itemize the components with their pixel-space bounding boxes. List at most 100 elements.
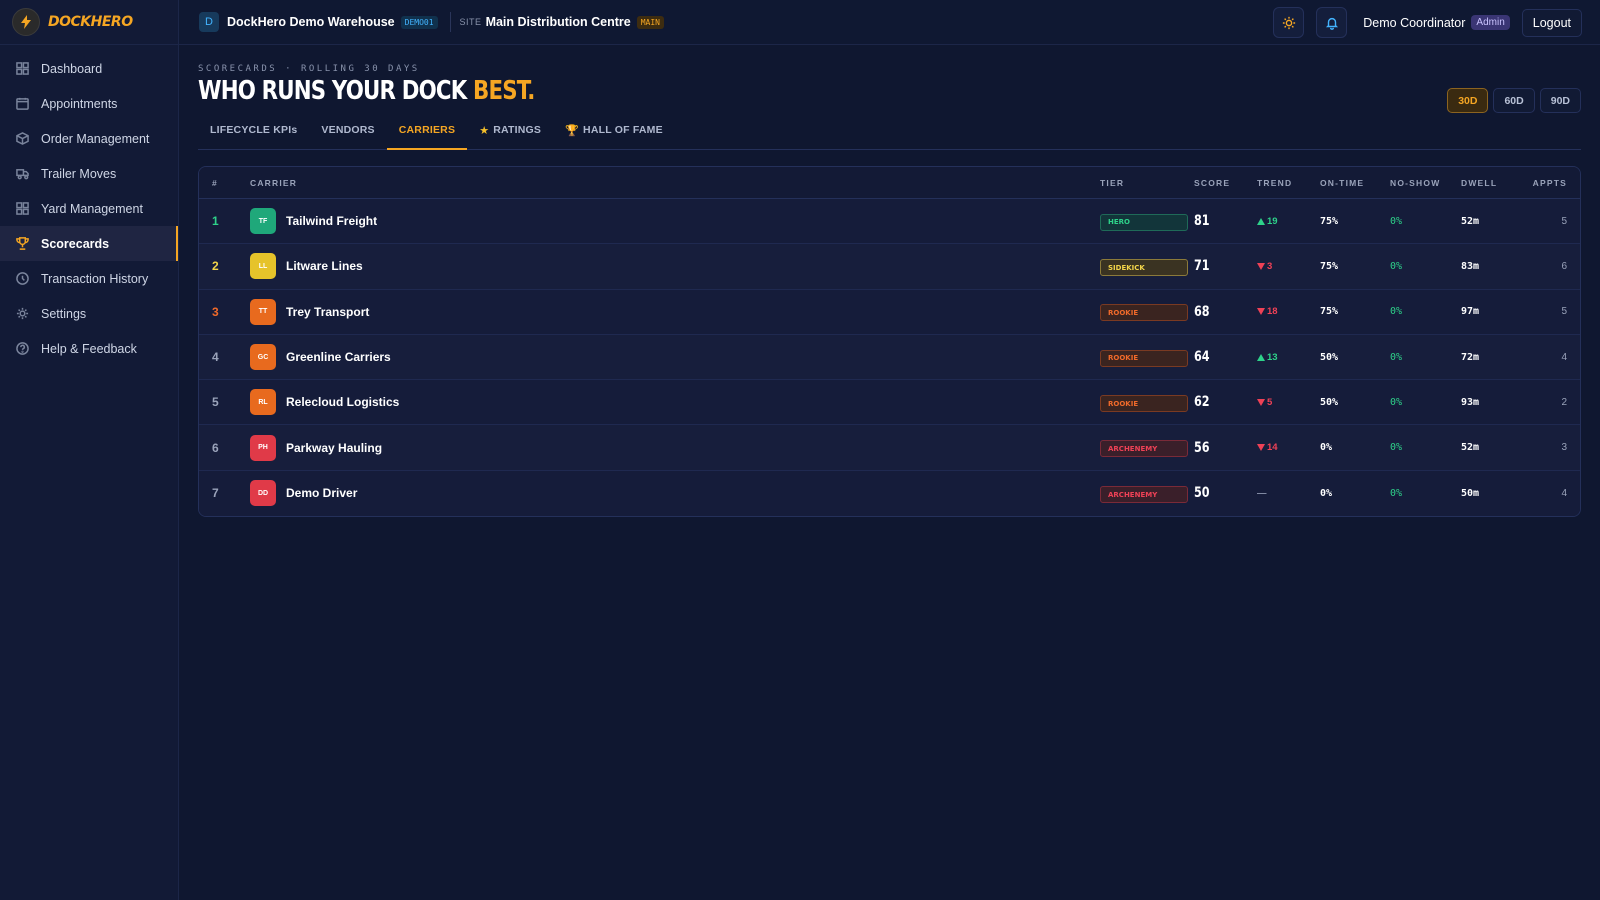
tab-vendors[interactable]: VENDORS <box>309 124 386 150</box>
carrier-name[interactable]: Demo Driver <box>286 486 357 500</box>
site-label: SITE <box>459 17 482 27</box>
user-name[interactable]: Demo Coordinator <box>1363 16 1465 30</box>
tab-lifecycle-kpis[interactable]: LIFECYCLE KPIs <box>198 124 309 150</box>
trophy-icon <box>16 237 29 250</box>
tab-hall-of-fame[interactable]: 🏆 HALL OF FAME <box>553 124 675 150</box>
tier-badge: ROOKIE <box>1100 349 1188 367</box>
workspace-name[interactable]: DockHero Demo Warehouse <box>227 15 395 29</box>
trend: 18 <box>1257 306 1320 317</box>
carrier-name[interactable]: Greenline Carriers <box>286 350 391 364</box>
carrier-avatar: LL <box>250 253 276 280</box>
theme-toggle-button[interactable] <box>1273 7 1305 38</box>
sidebar-item-dashboard[interactable]: Dashboard <box>0 51 178 86</box>
range-90d-button[interactable]: 90D <box>1539 88 1581 113</box>
trend: 13 <box>1257 352 1320 363</box>
score-cell: 56 <box>1194 439 1257 457</box>
page-title: WHO RUNS YOUR DOCK BEST. <box>198 76 1332 106</box>
rank: 4 <box>212 350 219 365</box>
logout-button[interactable]: Logout <box>1521 8 1582 37</box>
range-60d-button[interactable]: 60D <box>1493 88 1535 113</box>
sidebar-item-yard-management[interactable]: Yard Management <box>0 191 178 226</box>
sidebar-item-transaction-history[interactable]: Transaction History <box>0 261 178 296</box>
site-code-badge: MAIN <box>636 15 664 29</box>
sidebar-item-order-management[interactable]: Order Management <box>0 121 178 156</box>
carrier-name[interactable]: Relecloud Logistics <box>286 395 399 409</box>
tier-badge: ROOKIE <box>1100 304 1188 322</box>
carrier-cell: LL Litware Lines <box>250 253 1100 280</box>
table-row[interactable]: 3 TT Trey Transport ROOKIE 68 18 75% 0% 97m 5 <box>199 289 1580 335</box>
tier-badge: SIDEKICK <box>1100 259 1188 277</box>
sidebar: DOCKHERO Dashboard Appointments Order Mana… <box>0 0 179 900</box>
dwell: 83m <box>1461 260 1480 272</box>
carrier-cell: TF Tailwind Freight <box>250 208 1100 235</box>
carrier-name[interactable]: Litware Lines <box>286 259 363 273</box>
sidebar-item-appointments[interactable]: Appointments <box>0 86 178 121</box>
noshow: 0% <box>1390 396 1403 408</box>
col-appts: APPTS <box>1532 177 1567 188</box>
table-row[interactable]: 4 GC Greenline Carriers ROOKIE 64 13 50% 0% 72m 4 <box>199 334 1580 381</box>
carriers-table: # CARRIER TIER SCORE TREND ON-TIME NO-SH… <box>198 166 1581 518</box>
topbar-actions: Demo Coordinator Admin Logout <box>1273 7 1582 38</box>
trend-value: 13 <box>1267 351 1278 363</box>
gear-icon <box>16 307 29 320</box>
trend-value: 19 <box>1267 215 1278 227</box>
tab-label: HALL OF FAME <box>583 124 663 136</box>
sidebar-item-label: Yard Management <box>41 201 143 216</box>
workspace-avatar[interactable]: D <box>199 12 219 32</box>
score-cell: 68 <box>1194 303 1257 321</box>
brand-name: DOCKHERO <box>48 14 133 30</box>
sun-icon <box>1282 16 1295 29</box>
dwell: 97m <box>1461 306 1480 318</box>
carrier-avatar: DD <box>250 480 276 507</box>
grid-icon <box>16 202 29 215</box>
sidebar-item-scorecards[interactable]: Scorecards <box>0 226 178 261</box>
tab-ratings[interactable]: ★ RATINGS <box>467 124 553 150</box>
table-row[interactable]: 2 LL Litware Lines SIDEKICK 71 3 75% 0% 83m 6 <box>199 244 1580 290</box>
role-badge: Admin <box>1471 15 1510 30</box>
carrier-cell: DD Demo Driver <box>250 480 1100 507</box>
brand[interactable]: DOCKHERO <box>0 0 178 45</box>
col-score: SCORE <box>1194 177 1231 188</box>
notifications-button[interactable] <box>1316 7 1348 38</box>
dwell: 93m <box>1461 396 1480 408</box>
range-30d-button[interactable]: 30D <box>1447 88 1489 113</box>
sidebar-item-label: Appointments <box>41 96 118 111</box>
score: 64 <box>1194 349 1210 366</box>
score-cell: 64 <box>1194 348 1257 366</box>
carrier-name[interactable]: Tailwind Freight <box>286 214 377 228</box>
score: 71 <box>1194 258 1210 275</box>
tab-label: VENDORS <box>321 124 375 136</box>
rank: 1 <box>212 214 219 229</box>
trend-down-icon <box>1257 398 1265 406</box>
carrier-name[interactable]: Trey Transport <box>286 305 369 319</box>
ontime: 75% <box>1320 306 1339 318</box>
tier-cell: ROOKIE <box>1100 347 1194 367</box>
table-body: 1 TF Tailwind Freight HERO 81 19 75% 0% 52m 5 2 LL L… <box>199 199 1580 517</box>
table-row[interactable]: 6 PH Parkway Hauling ARCHENEMY 56 14 0% 0% 52m 3 <box>199 425 1580 471</box>
rank: 6 <box>212 440 219 455</box>
score-cell: 62 <box>1194 393 1257 411</box>
trend-cell: 18 <box>1257 306 1320 317</box>
tier-badge: ARCHENEMY <box>1100 440 1188 458</box>
table-row[interactable]: 7 DD Demo Driver ARCHENEMY 50 — 0% 0% 50m 4 <box>199 470 1580 517</box>
site-name[interactable]: Main Distribution Centre <box>486 15 631 29</box>
trend-value: 5 <box>1267 396 1273 408</box>
sidebar-item-settings[interactable]: Settings <box>0 296 178 331</box>
sidebar-item-trailer-moves[interactable]: Trailer Moves <box>0 156 178 191</box>
rank: 3 <box>212 304 219 319</box>
help-icon <box>16 342 29 355</box>
table-row[interactable]: 1 TF Tailwind Freight HERO 81 19 75% 0% 52m 5 <box>199 199 1580 245</box>
table-row[interactable]: 5 RL Relecloud Logistics ROOKIE 62 5 50% 0% 93m 2 <box>199 380 1580 426</box>
tab-carriers[interactable]: CARRIERS <box>386 124 468 150</box>
sidebar-item-help-feedback[interactable]: Help & Feedback <box>0 331 178 366</box>
tier-badge: ROOKIE <box>1100 395 1188 413</box>
sidebar-item-label: Help & Feedback <box>41 341 137 356</box>
sidebar-item-label: Dashboard <box>41 61 103 76</box>
appts: 4 <box>1561 487 1567 499</box>
rank: 2 <box>212 259 219 274</box>
tier-cell: ARCHENEMY <box>1100 438 1194 458</box>
tier-cell: ROOKIE <box>1100 393 1194 413</box>
trophy-icon: 🏆 <box>565 125 580 137</box>
trend: — <box>1257 488 1320 499</box>
carrier-name[interactable]: Parkway Hauling <box>286 441 382 455</box>
